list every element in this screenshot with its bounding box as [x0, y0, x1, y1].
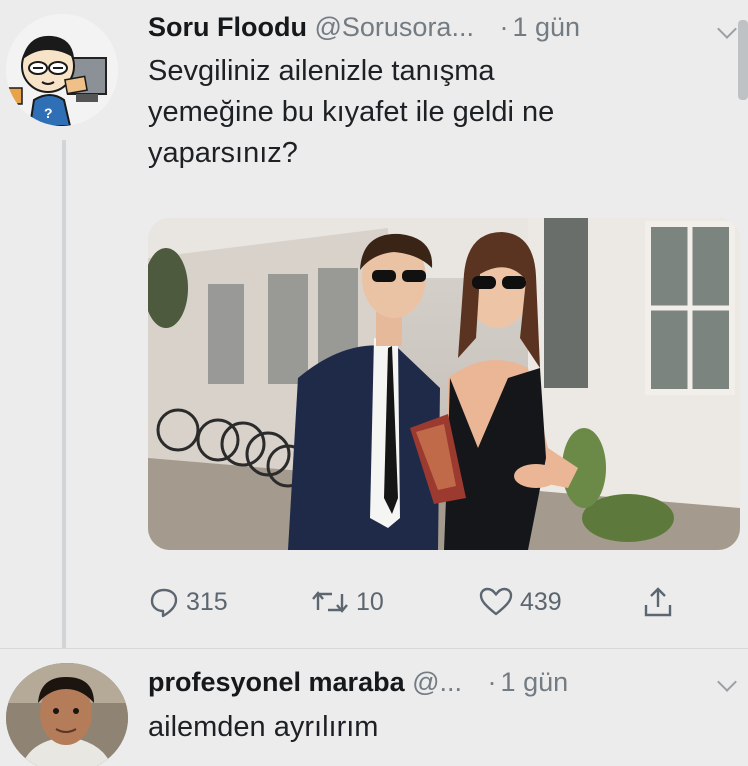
retweet-icon [310, 586, 356, 618]
cartoon-student-avatar-icon[interactable]: ? [6, 14, 118, 126]
tweet-header: Soru Floodu @Sorusora... · 1 gün [148, 12, 580, 43]
heart-icon [478, 586, 520, 618]
tweet-header: profesyonel maraba @... · 1 gün [148, 667, 568, 698]
share-icon [642, 585, 680, 619]
scrollbar[interactable] [738, 20, 748, 100]
tweet-text: ailemden ayrılırım [148, 711, 379, 743]
separator-dot: · [487, 667, 497, 697]
reply-button[interactable]: 315 [148, 580, 228, 624]
profile-photo-avatar-icon[interactable] [6, 663, 128, 766]
author-name[interactable]: profesyonel maraba [148, 667, 405, 697]
tweet-photo[interactable] [148, 218, 740, 550]
reply-count: 315 [186, 587, 228, 616]
thread-line [62, 140, 66, 648]
tweet-text: Sevgiliniz ailenizle tanışma yemeğine bu… [148, 55, 555, 169]
tweet-actions: 315 10 439 [148, 580, 708, 624]
tweet-time[interactable]: 1 gün [501, 667, 569, 697]
svg-text:?: ? [44, 105, 53, 121]
tweet-time[interactable]: 1 gün [512, 12, 580, 42]
chevron-down-icon[interactable] [717, 19, 737, 39]
author-handle[interactable]: @Sorusora... [314, 12, 473, 42]
author-handle[interactable]: @... [412, 667, 462, 697]
share-button[interactable] [642, 580, 680, 624]
tweet-card[interactable]: ? Soru Floodu @Sorusora... · 1 gün Sevgil… [0, 0, 748, 648]
retweet-count: 10 [356, 587, 384, 616]
chevron-down-icon[interactable] [717, 672, 737, 692]
tweet-card[interactable]: profesyonel maraba @... · 1 gün ailemden … [0, 648, 748, 766]
like-button[interactable]: 439 [478, 580, 562, 624]
retweet-button[interactable]: 10 [310, 580, 384, 624]
separator-dot: · [499, 12, 509, 42]
author-name[interactable]: Soru Floodu [148, 12, 307, 42]
reply-icon [148, 586, 186, 618]
like-count: 439 [520, 587, 562, 616]
